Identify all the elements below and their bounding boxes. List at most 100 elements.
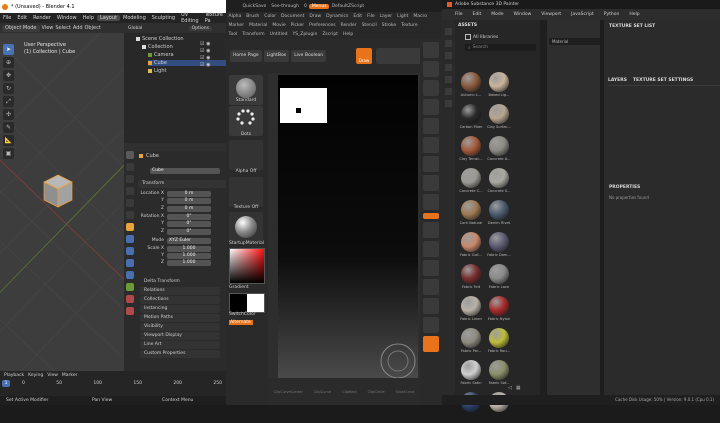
color-picker[interactable]: [229, 248, 265, 284]
polyf-button[interactable]: [423, 298, 439, 314]
transform-tool-icon[interactable]: ✣: [3, 109, 14, 120]
eraser-tool-icon[interactable]: [445, 40, 452, 47]
material-thumbnail[interactable]: Denim Rivet: [486, 200, 512, 231]
viewport-channel-dropdown[interactable]: Material: [549, 38, 602, 45]
spix-button[interactable]: [423, 61, 439, 77]
layers-tab[interactable]: LAYERS: [608, 78, 627, 83]
menu-javascript[interactable]: JavaScript: [566, 12, 599, 17]
menu-help[interactable]: Help: [340, 32, 355, 37]
tool-tab-icon[interactable]: [126, 151, 134, 159]
transform-panel-header[interactable]: Transform: [138, 180, 228, 188]
menu-layer[interactable]: Layer: [377, 14, 395, 19]
material-thumbnail[interactable]: Fabric Coll...: [458, 232, 484, 263]
paint-tool-icon[interactable]: [445, 28, 452, 35]
library-selector[interactable]: All libraries: [465, 34, 540, 40]
material-thumbnail[interactable]: Fabric Felt: [458, 264, 484, 295]
smudge-tool-icon[interactable]: [445, 76, 452, 83]
annotate-tool-icon[interactable]: ✎: [3, 122, 14, 133]
scale-y-field[interactable]: 1.000: [167, 252, 211, 259]
texture-set-settings-tab[interactable]: TEXTURE SET SETTINGS: [633, 78, 693, 83]
data-tab-icon[interactable]: [126, 283, 134, 291]
rotation-x-field[interactable]: 0°: [167, 213, 211, 220]
menu-file[interactable]: File: [365, 14, 378, 19]
rotate-tool-icon[interactable]: ↻: [3, 83, 14, 94]
rotate-button[interactable]: [423, 279, 439, 295]
grid-view-icon[interactable]: ▦: [516, 385, 521, 391]
cube-object[interactable]: [42, 173, 74, 209]
default-zscript-button[interactable]: DefaultZScript: [329, 4, 367, 9]
output-tab-icon[interactable]: [126, 175, 134, 183]
object-tab-icon[interactable]: [126, 223, 134, 231]
material-thumbnail[interactable]: Fabric Nylon: [486, 296, 512, 327]
measure-tool-icon[interactable]: 📐: [3, 135, 14, 146]
menu-material[interactable]: Material: [247, 23, 270, 28]
menu-dynamics[interactable]: Dynamics: [324, 14, 351, 19]
clip-rect-button[interactable]: ClipRect: [342, 390, 357, 394]
section-relations[interactable]: Relations: [140, 287, 220, 295]
scale-button[interactable]: [423, 260, 439, 276]
transp-button[interactable]: [423, 317, 439, 333]
material-thumbnail[interactable]: Concrete A...: [486, 136, 512, 167]
menu-stroke[interactable]: Stroke: [379, 23, 398, 28]
menu-color[interactable]: Color: [262, 14, 279, 19]
timeline-view-menu[interactable]: View: [47, 373, 58, 378]
local-button[interactable]: [423, 175, 439, 191]
tab-sculpting[interactable]: Sculpting: [149, 15, 178, 21]
menu-draw[interactable]: Draw: [307, 14, 324, 19]
menu-file[interactable]: File: [0, 15, 14, 21]
menu-help[interactable]: Help: [624, 12, 644, 17]
quicksave-button[interactable]: QuickSave: [240, 4, 269, 9]
material-thumbnail[interactable]: Clay Surfac...: [486, 104, 512, 135]
mode-dropdown[interactable]: Object Mode: [2, 24, 40, 32]
select-menu[interactable]: Select: [55, 25, 70, 31]
alpha-thumbnail[interactable]: [229, 140, 263, 170]
material-thumbnail[interactable]: Clay Terrac...: [458, 136, 484, 167]
menu-texture[interactable]: Texture: [399, 23, 420, 28]
clip-circle-button[interactable]: ClipCircle: [368, 390, 385, 394]
material-tab-icon[interactable]: [126, 295, 134, 303]
scene-tab-icon[interactable]: [126, 199, 134, 207]
scale-z-field[interactable]: 1.000: [167, 259, 211, 266]
menu-render[interactable]: Render: [30, 15, 54, 21]
section-viewport-display[interactable]: Viewport Display: [140, 332, 220, 340]
object-menu[interactable]: Object: [85, 25, 101, 31]
clip-curve-center-button[interactable]: ClipCurveCenter: [273, 390, 303, 394]
menu-light[interactable]: Light: [395, 14, 411, 19]
floor-button[interactable]: [423, 156, 439, 172]
zbrush-canvas[interactable]: [278, 75, 418, 379]
add-cube-tool-icon[interactable]: ▣: [3, 148, 14, 159]
menu-help[interactable]: Help: [80, 15, 97, 21]
menu-marker[interactable]: Marker: [226, 23, 247, 28]
render-tab-icon[interactable]: [126, 163, 134, 171]
material-thumbnail[interactable]: Cork Natural: [458, 200, 484, 231]
material-thumbnail[interactable]: Fabric Satin: [458, 360, 484, 391]
bpr-button[interactable]: [423, 42, 439, 58]
picker-tool-icon[interactable]: [445, 100, 452, 107]
object-name-field[interactable]: Cube: [150, 168, 220, 174]
asset-search-input[interactable]: ⌕ Search: [465, 44, 536, 51]
menu-ys-zplugin[interactable]: YS_Zplugin: [290, 32, 320, 37]
menu-window[interactable]: Window: [509, 12, 537, 17]
menu-viewport[interactable]: Viewport: [536, 12, 566, 17]
menu-edit[interactable]: Edit: [351, 14, 365, 19]
material-thumbnail[interactable]: Autumn L...: [458, 72, 484, 103]
menu-window[interactable]: Window: [54, 15, 80, 21]
clone-tool-icon[interactable]: [445, 88, 452, 95]
section-collections[interactable]: Collections: [140, 296, 220, 304]
location-z-field[interactable]: 0 m: [167, 205, 211, 212]
menu-python[interactable]: Python: [599, 12, 625, 17]
scale-x-field[interactable]: 1.000: [167, 245, 211, 252]
current-frame-indicator[interactable]: 1: [2, 380, 10, 387]
section-delta-transform[interactable]: Delta Transform: [140, 278, 220, 286]
clip-curve-button[interactable]: ClipCurve: [314, 390, 331, 394]
location-y-field[interactable]: 0 m: [167, 197, 211, 204]
cursor-tool-icon[interactable]: ⊕: [3, 57, 14, 68]
texture-thumbnail[interactable]: [229, 177, 263, 207]
menu-file[interactable]: File: [450, 12, 468, 17]
material-thumbnail[interactable]: [229, 212, 263, 242]
particles-tab-icon[interactable]: [126, 247, 134, 255]
texture-tab-icon[interactable]: [126, 307, 134, 315]
lightbox-button[interactable]: LightBox: [263, 50, 290, 62]
move-tool-icon[interactable]: ✥: [3, 70, 14, 81]
actual-button[interactable]: [423, 99, 439, 115]
